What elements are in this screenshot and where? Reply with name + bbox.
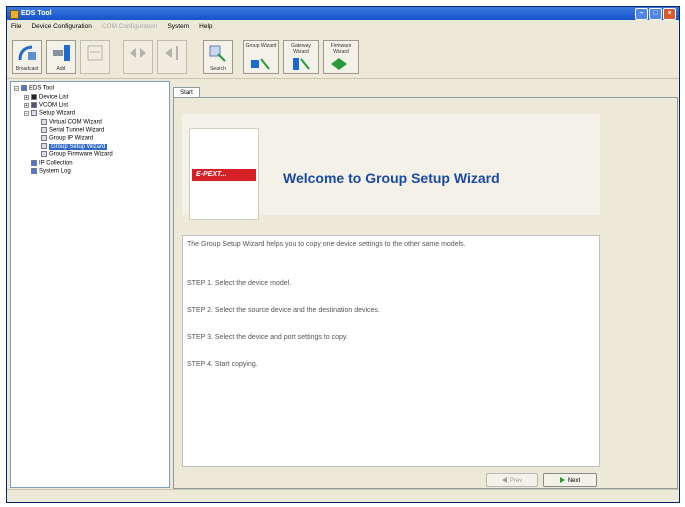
- ip-collection-icon: [31, 160, 37, 166]
- network-button[interactable]: [123, 40, 153, 74]
- search-icon: [209, 45, 226, 62]
- tree-item-group-firmware-wizard[interactable]: Group Firmware Wizard: [41, 151, 113, 159]
- broadcast-icon: [18, 45, 36, 61]
- firmware-wizard-button[interactable]: Firmware Wizard: [323, 40, 359, 74]
- tree-item-device-list[interactable]: + Device List: [24, 94, 68, 102]
- config-icon: [87, 45, 103, 61]
- title-bar[interactable]: EDS Tool – □ ×: [7, 7, 679, 20]
- add-button[interactable]: Add: [46, 40, 76, 74]
- tree-item-ip-collection[interactable]: IP Collection: [31, 160, 73, 168]
- antenna-icon: [165, 46, 178, 60]
- logo-text: E-PEXT...: [192, 169, 256, 181]
- toolbar: Broadcast Add Search Group Wizard Gatewa…: [7, 34, 679, 79]
- group-wizard-icon: [251, 58, 270, 70]
- tree-root[interactable]: − EDS Tool: [14, 85, 54, 93]
- computer-icon: [21, 85, 27, 91]
- brand-logo: E-PEXT...: [189, 128, 259, 220]
- app-window: EDS Tool – □ × File Device Configuration…: [6, 6, 680, 503]
- tree-item-virtual-com-wizard[interactable]: Virtual COM Wizard: [41, 119, 102, 127]
- wizard-icon: [41, 135, 47, 141]
- wizard-icon: [41, 143, 47, 149]
- menu-com-configuration[interactable]: COM Configuration: [102, 21, 158, 32]
- wizard-panel: E-PEXT... Welcome to Group Setup Wizard …: [173, 97, 678, 489]
- minimize-button[interactable]: –: [635, 8, 648, 20]
- intro-text: The Group Setup Wizard helps you to copy…: [187, 241, 466, 248]
- collapse-icon[interactable]: −: [14, 85, 19, 91]
- antenna-button[interactable]: [157, 40, 187, 74]
- menu-bar: File Device Configuration COM Configurat…: [7, 21, 679, 32]
- step-1: STEP 1. Select the device model.: [187, 280, 292, 287]
- navigation-tree: − EDS Tool + Device List + VCOM List − Setup…: [10, 81, 170, 488]
- step-3: STEP 3. Select the device and port setti…: [187, 334, 348, 341]
- tree-item-group-ip-wizard[interactable]: Group IP Wizard: [41, 135, 93, 143]
- app-icon: [10, 10, 19, 19]
- tree-item-system-log[interactable]: System Log: [31, 168, 71, 176]
- search-label: Search: [210, 66, 226, 72]
- broadcast-label: Broadcast: [15, 66, 39, 72]
- forward-arrow-icon: [559, 477, 565, 484]
- search-button[interactable]: Search: [203, 40, 233, 74]
- wizard-header: E-PEXT... Welcome to Group Setup Wizard: [182, 114, 600, 220]
- wizard-icon: [31, 110, 37, 116]
- wizard-body: The Group Setup Wizard helps you to copy…: [182, 235, 600, 467]
- step-4: STEP 4. Start copying.: [187, 361, 258, 368]
- close-button[interactable]: ×: [663, 8, 676, 20]
- tree-item-serial-tunnel-wizard[interactable]: Serial Tunnel Wizard: [41, 127, 104, 135]
- back-arrow-icon: [501, 477, 507, 484]
- add-label: Add: [56, 66, 66, 72]
- tab-start[interactable]: Start: [173, 87, 200, 97]
- maximize-button[interactable]: □: [649, 8, 662, 20]
- log-icon: [31, 168, 37, 174]
- group-wizard-label: Group Wizard: [245, 43, 277, 49]
- wizard-icon: [41, 127, 47, 133]
- step-2: STEP 2. Select the source device and the…: [187, 307, 380, 314]
- next-button[interactable]: Next: [543, 473, 597, 487]
- menu-help[interactable]: Help: [199, 21, 212, 32]
- wizard-icon: [41, 151, 47, 157]
- tree-item-setup-wizard[interactable]: − Setup Wizard: [24, 110, 75, 118]
- status-bar: [7, 489, 679, 502]
- expand-icon[interactable]: +: [24, 102, 29, 108]
- wizard-icon: [41, 119, 47, 125]
- add-device-icon: [53, 45, 70, 61]
- tree-item-group-setup-wizard[interactable]: Group Setup Wizard: [41, 143, 108, 151]
- firmware-wizard-label: Firmware Wizard: [330, 43, 352, 55]
- expand-icon[interactable]: +: [24, 94, 29, 100]
- vcom-icon: [31, 102, 37, 108]
- prev-button[interactable]: Prev: [486, 473, 538, 487]
- menu-file[interactable]: File: [11, 21, 21, 32]
- tree-item-vcom-list[interactable]: + VCOM List: [24, 102, 68, 110]
- config-button[interactable]: [80, 40, 110, 74]
- gateway-wizard-icon: [293, 58, 310, 70]
- window-title: EDS Tool: [21, 10, 52, 17]
- broadcast-button[interactable]: Broadcast: [12, 40, 42, 74]
- gateway-wizard-button[interactable]: Gateway Wizard: [283, 40, 319, 74]
- collapse-icon[interactable]: −: [24, 110, 29, 116]
- wizard-title: Welcome to Group Setup Wizard: [283, 170, 500, 186]
- firmware-wizard-icon: [331, 58, 347, 70]
- group-wizard-button[interactable]: Group Wizard: [243, 40, 279, 74]
- menu-device-configuration[interactable]: Device Configuration: [31, 21, 91, 32]
- network-icon: [130, 48, 146, 58]
- menu-system[interactable]: System: [167, 21, 189, 32]
- gateway-wizard-label: Gateway Wizard: [291, 43, 311, 55]
- device-icon: [31, 94, 37, 100]
